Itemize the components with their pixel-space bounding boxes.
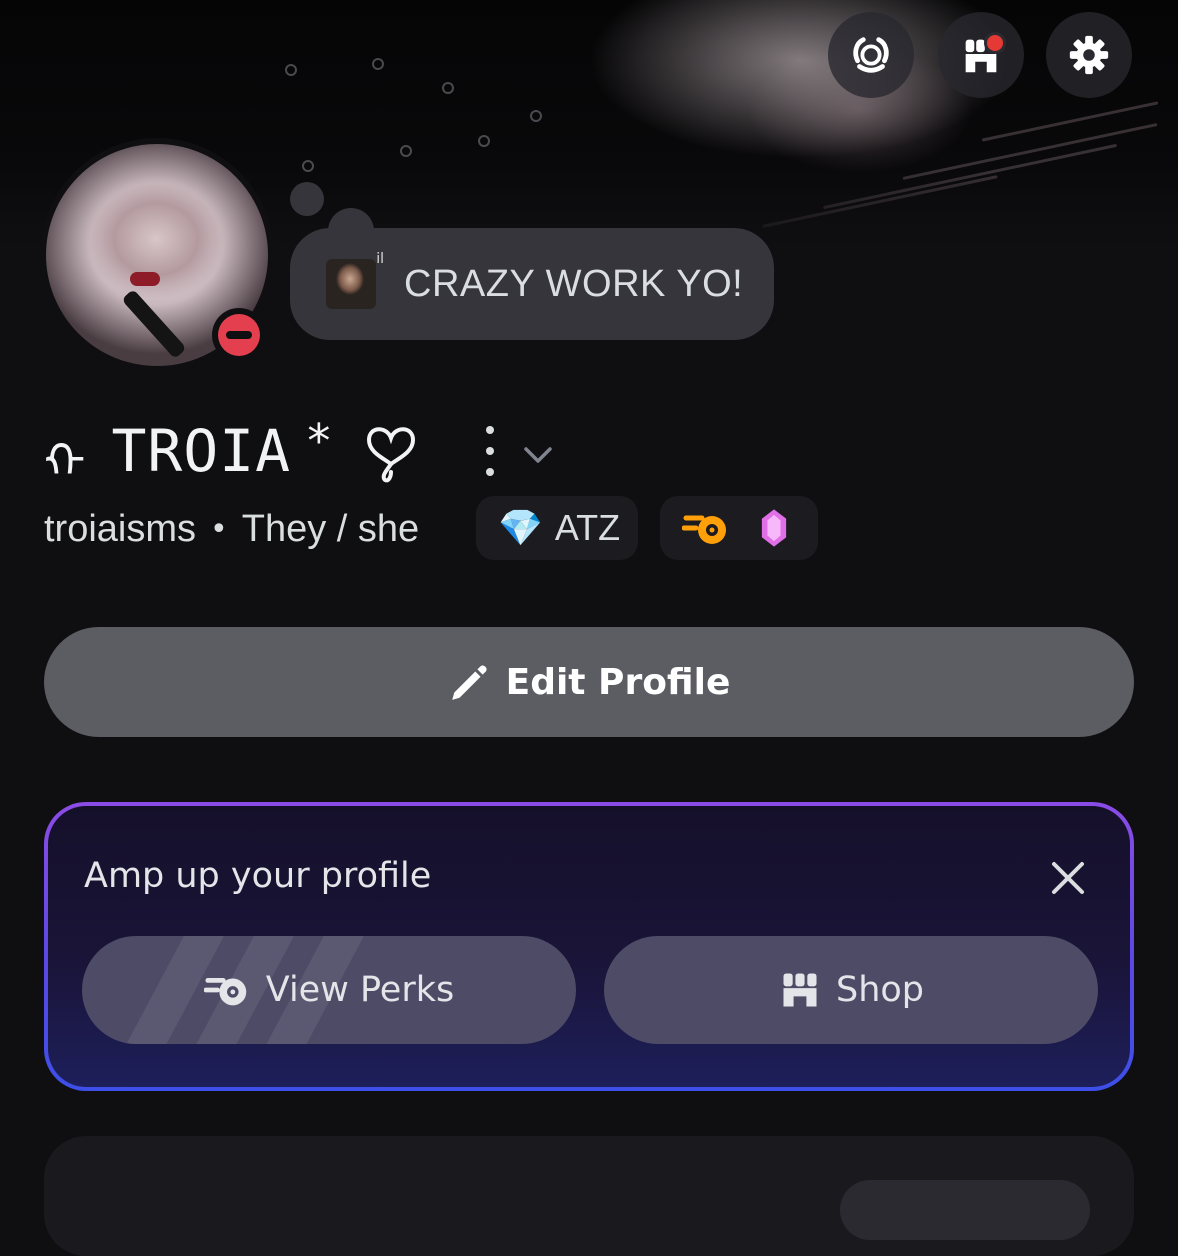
shop-icon	[783, 973, 817, 1007]
username-row: troiaisms • They / she	[44, 496, 419, 562]
boost-gem-icon[interactable]	[760, 507, 788, 549]
pencil-icon	[451, 665, 487, 700]
view-perks-label: View Perks	[265, 970, 455, 1010]
status-text: CRAZY WORK YO!	[404, 262, 744, 305]
bubble-dot	[290, 182, 324, 216]
shop-label: Shop	[835, 970, 925, 1010]
shop-button[interactable]	[938, 12, 1024, 98]
heart-glyph-icon	[366, 427, 415, 483]
display-name-text: TROIA	[111, 417, 292, 485]
nitro-badge-icon[interactable]	[682, 508, 732, 548]
edit-profile-button[interactable]: Edit Profile	[44, 627, 1134, 737]
nitro-icon	[203, 978, 247, 1006]
status-emoji-icon	[326, 251, 384, 309]
close-icon[interactable]	[1048, 858, 1088, 898]
display-name: ᡣ TROIA *	[44, 414, 421, 490]
server-tag-label: ATZ	[554, 507, 621, 548]
laurel-badge-icon	[853, 37, 889, 73]
amp-card-title: Amp up your profile	[84, 856, 432, 896]
pronouns: They / she	[241, 507, 420, 550]
edit-profile-label: Edit Profile	[505, 661, 731, 703]
nitro-button[interactable]	[828, 12, 914, 98]
dnd-status-icon	[212, 308, 266, 362]
name-suffix: *	[305, 414, 333, 468]
gem-icon: 💎	[498, 508, 543, 549]
name-prefix-glyph: ᡣ	[44, 434, 86, 490]
more-options-button[interactable]	[478, 426, 502, 476]
notification-dot	[984, 32, 1006, 54]
separator-dot: •	[210, 511, 228, 547]
next-section-button[interactable]	[840, 1180, 1090, 1240]
amp-profile-card: Amp up your profile View Perks Shop	[44, 802, 1134, 1091]
view-perks-button[interactable]: View Perks	[82, 936, 576, 1044]
settings-button[interactable]	[1046, 12, 1132, 98]
username: troiaisms	[44, 507, 197, 550]
shop-card-button[interactable]: Shop	[604, 936, 1098, 1044]
badge-list[interactable]	[660, 496, 818, 560]
server-tag[interactable]: 💎 ATZ	[476, 496, 638, 560]
avatar-container[interactable]	[30, 132, 274, 372]
chevron-down-icon[interactable]	[520, 440, 556, 470]
gear-icon	[1069, 35, 1109, 75]
custom-status-bubble[interactable]: CRAZY WORK YO!	[290, 228, 774, 340]
